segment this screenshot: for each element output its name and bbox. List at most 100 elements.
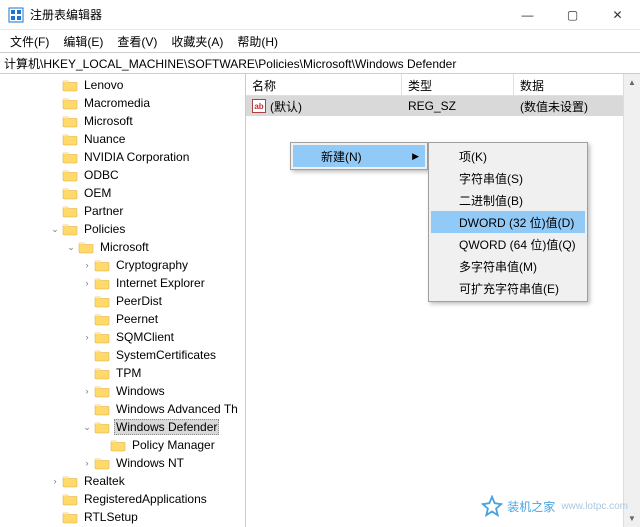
tree-item[interactable]: ›SQMClient [0,328,245,346]
chevron-right-icon[interactable]: › [80,258,94,272]
tree-item[interactable]: PeerDist [0,292,245,310]
watermark-url: www.lotpc.com [561,501,628,512]
value-type: REG_SZ [408,99,456,113]
address-text: 计算机\HKEY_LOCAL_MACHINE\SOFTWARE\Policies… [4,55,456,72]
menu-help[interactable]: 帮助(H) [231,31,284,52]
menu-favorites[interactable]: 收藏夹(A) [165,31,229,52]
col-name[interactable]: 名称 [246,74,402,95]
folder-icon [62,186,78,200]
col-data[interactable]: 数据 [514,74,640,95]
tree-item[interactable]: Lenovo [0,76,245,94]
menu-file[interactable]: 文件(F) [4,31,55,52]
chevron-right-icon[interactable]: › [80,276,94,290]
ctx-sub-label: QWORD (64 位)值(Q) [459,236,576,253]
folder-icon [62,510,78,524]
chevron-down-icon[interactable]: ⌄ [64,240,78,254]
tree-item[interactable]: › Windows NT [0,454,245,472]
folder-icon [62,114,78,128]
chevron-right-icon[interactable]: › [80,456,94,470]
folder-icon [62,474,78,488]
ctx-sub-item[interactable]: QWORD (64 位)值(Q) [431,233,585,255]
folder-icon [94,276,110,290]
tree-label: Policy Manager [130,438,217,452]
expander-none [80,294,94,308]
tree-label: Nuance [82,132,127,146]
tree-item[interactable]: ⌄Policies [0,220,245,238]
tree-item[interactable]: ›Internet Explorer [0,274,245,292]
ctx-sub-item[interactable]: 多字符串值(M) [431,255,585,277]
ctx-new[interactable]: 新建(N) ▶ [293,145,425,167]
folder-icon [62,204,78,218]
chevron-down-icon[interactable]: ⌄ [80,420,94,434]
menu-edit[interactable]: 编辑(E) [57,31,109,52]
tree-item[interactable]: SystemCertificates [0,346,245,364]
menu-view[interactable]: 查看(V) [111,31,163,52]
expander-none [80,402,94,416]
chevron-down-icon[interactable]: ⌄ [48,222,62,236]
tree-item[interactable]: ›Cryptography [0,256,245,274]
expander-none [48,78,62,92]
list-row[interactable]: ab(默认) REG_SZ (数值未设置) [246,96,640,116]
tree-label: SystemCertificates [114,348,218,362]
tree-item[interactable]: Windows Advanced Th [0,400,245,418]
ctx-sub-label: 字符串值(S) [459,170,523,187]
tree-label: Windows NT [114,456,186,470]
folder-icon [62,168,78,182]
chevron-right-icon[interactable]: › [80,384,94,398]
submenu-arrow-icon: ▶ [412,151,419,162]
window-title: 注册表编辑器 [30,6,505,23]
tree-item[interactable]: Microsoft [0,112,245,130]
tree-item[interactable]: Partner [0,202,245,220]
value-data: (数值未设置) [520,98,588,115]
tree-item[interactable]: RTLSetup [0,508,245,526]
folder-icon [62,132,78,146]
expander-none [48,186,62,200]
ctx-sub-item[interactable]: 二进制值(B) [431,189,585,211]
tree-item[interactable]: ⌄Microsoft [0,238,245,256]
tree-item[interactable]: ›Windows [0,382,245,400]
ctx-sub-item[interactable]: 可扩充字符串值(E) [431,277,585,299]
folder-icon [62,222,78,236]
folder-icon [94,330,110,344]
tree-item[interactable]: NVIDIA Corporation [0,148,245,166]
scroll-up-icon[interactable]: ▲ [624,74,640,91]
context-submenu[interactable]: 项(K) 字符串值(S) 二进制值(B)DWORD (32 位)值(D) QWORD … [428,142,588,302]
tree-item[interactable]: Nuance [0,130,245,148]
col-type[interactable]: 类型 [402,74,514,95]
maximize-button[interactable]: ▢ [550,0,595,30]
tree-item[interactable]: RegisteredApplications [0,490,245,508]
context-menu[interactable]: 新建(N) ▶ [290,142,428,170]
tree-item[interactable]: Macromedia [0,94,245,112]
tree-item[interactable]: ⌄Windows Defender [0,418,245,436]
tree-label: PeerDist [114,294,164,308]
tree-item[interactable]: OEM [0,184,245,202]
tree-label: Realtek [82,474,127,488]
expander-none [48,150,62,164]
ctx-sub-item[interactable]: 字符串值(S) [431,167,585,189]
regedit-icon [8,7,24,23]
tree-item[interactable]: ODBC [0,166,245,184]
address-bar[interactable]: 计算机\HKEY_LOCAL_MACHINE\SOFTWARE\Policies… [0,52,640,74]
tree-label: Peernet [114,312,160,326]
ctx-new-label: 新建(N) [321,148,362,165]
tree-label: NVIDIA Corporation [82,150,191,164]
tree-label: RegisteredApplications [82,492,209,506]
ctx-sub-item[interactable]: 项(K) [431,145,585,167]
expander-none [80,348,94,362]
chevron-right-icon[interactable]: › [80,330,94,344]
tree-item[interactable]: TPM [0,364,245,382]
close-button[interactable]: ✕ [595,0,640,30]
tree-label: Microsoft [82,114,135,128]
minimize-button[interactable]: ― [505,0,550,30]
tree-label: ODBC [82,168,121,182]
tree-item[interactable]: Peernet [0,310,245,328]
tree-pane[interactable]: Lenovo Macromedia Microsoft Nuance NVIDIA Co… [0,74,246,527]
list-scrollbar[interactable]: ▲ ▼ [623,74,640,527]
chevron-right-icon[interactable]: › [48,474,62,488]
folder-icon [110,438,126,452]
ctx-sub-item[interactable]: DWORD (32 位)值(D) [431,211,585,233]
tree-item[interactable]: Policy Manager [0,436,245,454]
tree-label: Macromedia [82,96,152,110]
folder-icon [94,348,110,362]
tree-item[interactable]: › Realtek [0,472,245,490]
